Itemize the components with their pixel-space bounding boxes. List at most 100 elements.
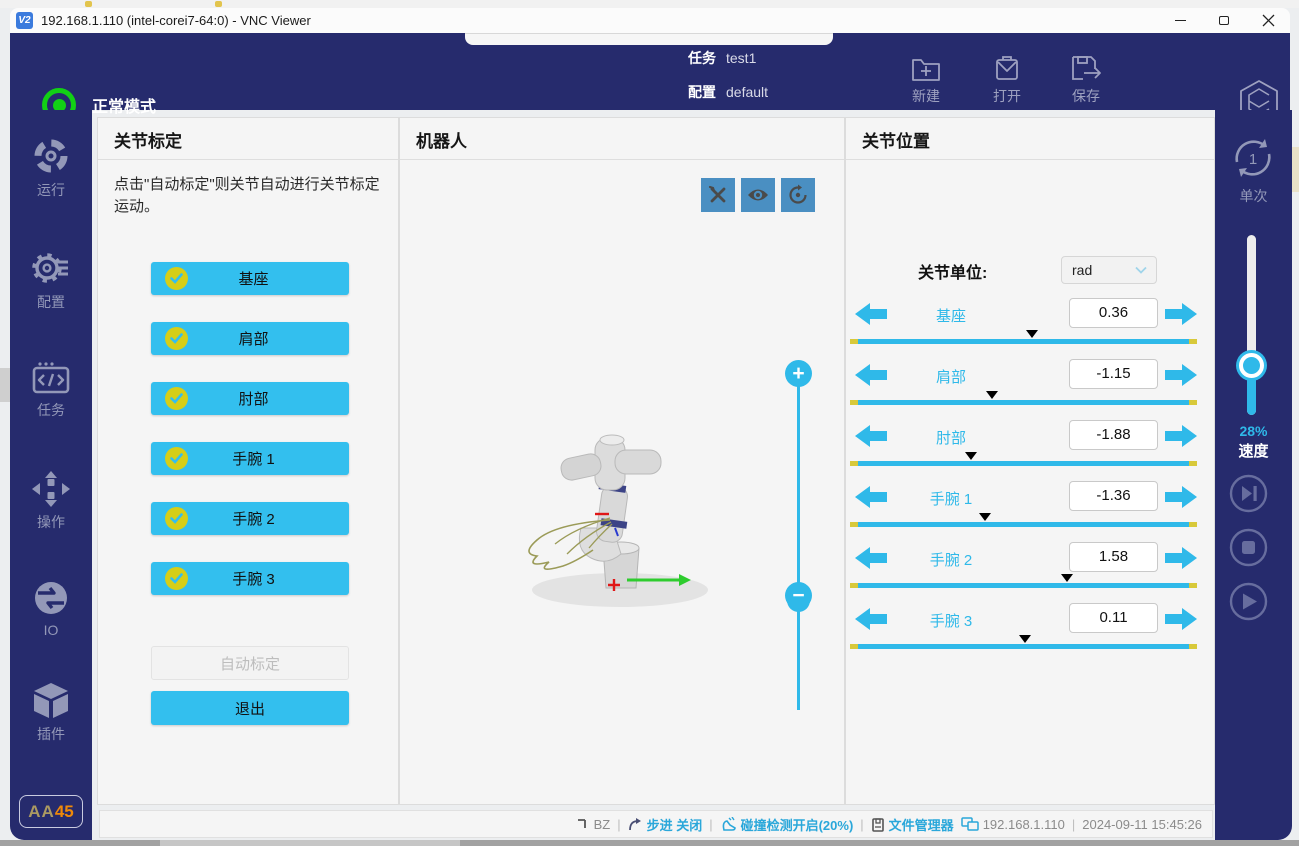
zoom-slider-track[interactable]: [797, 376, 800, 710]
jog-plus-arrow-icon[interactable]: [1164, 545, 1198, 571]
stop-button[interactable]: [1229, 528, 1268, 567]
sidebar-item-run[interactable]: 运行: [10, 136, 92, 200]
check-icon: [165, 507, 188, 530]
sidebar-item-plugin[interactable]: 插件: [10, 682, 92, 744]
step-mode-label: 步进 关闭: [647, 815, 703, 834]
robot-3d-view[interactable]: [515, 428, 730, 623]
window-controls: [1158, 8, 1290, 33]
joint-row-base: 基座 0.36: [846, 298, 1216, 354]
jog-minus-arrow-icon[interactable]: [854, 545, 888, 571]
robot-model-badge[interactable]: AA45: [19, 795, 83, 828]
joint-value-input[interactable]: 1.58: [1069, 542, 1158, 572]
skip-next-icon: [1229, 474, 1268, 513]
play-button[interactable]: [1229, 582, 1268, 621]
calibrate-base-button[interactable]: 基座: [151, 262, 349, 295]
separator: |: [860, 817, 863, 832]
desktop-edge-fragment: [0, 368, 10, 402]
jog-minus-arrow-icon[interactable]: [854, 423, 888, 449]
close-button[interactable]: [1246, 8, 1290, 33]
open-task-button[interactable]: 打开: [977, 53, 1037, 106]
jog-minus-arrow-icon[interactable]: [854, 301, 888, 327]
exit-button[interactable]: 退出: [151, 691, 349, 725]
separator: |: [617, 817, 620, 832]
single-run-button[interactable]: 1: [1227, 134, 1279, 187]
zoom-in-button[interactable]: +: [785, 360, 812, 387]
window-title: 192.168.1.110 (intel-corei7-64:0) - VNC …: [41, 13, 311, 28]
joint-name: 手腕 3: [901, 610, 1001, 631]
collision-label: 碰撞检测开启(20%): [741, 815, 854, 834]
sidebar-item-label: 运行: [10, 180, 92, 200]
jog-minus-arrow-icon[interactable]: [854, 606, 888, 632]
joint-range-bar: [850, 583, 1197, 588]
joint-range-bar: [850, 339, 1197, 344]
config-gear-icon: [29, 248, 73, 288]
calibrate-wrist1-button[interactable]: 手腕 1: [151, 442, 349, 475]
calibrate-button-label: 手腕 1: [188, 448, 319, 469]
joint-row-wrist3: 手腕 3 0.11: [846, 603, 1216, 659]
config-value: default: [726, 84, 768, 100]
robot-panel-title: 机器人: [400, 118, 844, 159]
maximize-button[interactable]: [1202, 8, 1246, 33]
jog-plus-arrow-icon[interactable]: [1164, 484, 1198, 510]
calibrate-button-label: 手腕 3: [188, 568, 319, 589]
joint-name: 肘部: [901, 427, 1001, 448]
view-visibility-button[interactable]: [741, 178, 775, 212]
separator: |: [1072, 817, 1075, 832]
vnc-app-icon: V2: [16, 12, 33, 29]
sidebar-item-config[interactable]: 配置: [10, 248, 92, 312]
sidebar-item-task[interactable]: 任务: [10, 360, 92, 420]
maximize-icon: [1219, 16, 1229, 25]
auto-calibrate-button[interactable]: 自动标定: [151, 646, 349, 680]
calibrate-button-label: 手腕 2: [188, 508, 319, 529]
sidebar-item-io[interactable]: IO: [10, 578, 92, 638]
speed-slider-handle[interactable]: [1239, 353, 1264, 378]
step-mode-status[interactable]: 步进 关闭: [628, 815, 703, 834]
new-task-label: 新建: [896, 86, 956, 106]
joint-value-input[interactable]: 0.11: [1069, 603, 1158, 633]
calibrate-button-label: 肩部: [188, 328, 319, 349]
view-reset-rotation-button[interactable]: [781, 178, 815, 212]
joint-value-input[interactable]: 0.36: [1069, 298, 1158, 328]
jog-minus-arrow-icon[interactable]: [854, 362, 888, 388]
speed-percent: 28%: [1215, 423, 1292, 439]
minimize-button[interactable]: [1158, 8, 1202, 33]
step-next-button[interactable]: [1229, 474, 1268, 513]
check-icon: [165, 567, 188, 590]
jog-plus-arrow-icon[interactable]: [1164, 423, 1198, 449]
joint-value-input[interactable]: -1.15: [1069, 359, 1158, 389]
speed-label: 速度: [1215, 440, 1292, 461]
jog-plus-arrow-icon[interactable]: [1164, 301, 1198, 327]
joint-value-input[interactable]: -1.88: [1069, 420, 1158, 450]
file-manager-label: 文件管理器: [889, 815, 954, 834]
rotate-icon: [787, 184, 809, 206]
calibrate-wrist2-button[interactable]: 手腕 2: [151, 502, 349, 535]
file-manager-link[interactable]: 文件管理器: [871, 815, 954, 834]
jog-minus-arrow-icon[interactable]: [854, 484, 888, 510]
view-settings-button[interactable]: [701, 178, 735, 212]
joint-value-input[interactable]: -1.36: [1069, 481, 1158, 511]
config-label: 配置: [688, 82, 716, 102]
calibration-panel-title: 关节标定: [98, 118, 398, 159]
io-icon: [30, 578, 72, 618]
zoom-out-button[interactable]: −: [785, 582, 812, 609]
calibrate-wrist3-button[interactable]: 手腕 3: [151, 562, 349, 595]
jog-plus-arrow-icon[interactable]: [1164, 362, 1198, 388]
calibrate-shoulder-button[interactable]: 肩部: [151, 322, 349, 355]
remote-screen-icon: [961, 817, 979, 831]
collision-status[interactable]: 碰撞检测开启(20%): [720, 815, 854, 834]
save-task-button[interactable]: 保存: [1056, 53, 1116, 106]
jog-plus-arrow-icon[interactable]: [1164, 606, 1198, 632]
left-sidebar: 运行 配置 任务 操作 IO: [10, 110, 92, 840]
desktop-background-strip: [0, 0, 1299, 8]
vnc-toolbar-overlay[interactable]: [465, 33, 833, 45]
new-task-button[interactable]: 新建: [896, 53, 956, 106]
joint-unit-label: 关节单位:: [918, 259, 987, 283]
calibrate-elbow-button[interactable]: 肘部: [151, 382, 349, 415]
single-cycle-icon: 1: [1227, 134, 1279, 182]
right-control-bar: 1 单次 28% 速度: [1215, 110, 1292, 840]
save-task-label: 保存: [1056, 86, 1116, 106]
sidebar-item-operate[interactable]: 操作: [10, 470, 92, 532]
joint-position-marker: [979, 513, 991, 521]
joint-unit-select[interactable]: rad: [1061, 256, 1157, 284]
mode-label: 正常模式: [92, 93, 156, 117]
